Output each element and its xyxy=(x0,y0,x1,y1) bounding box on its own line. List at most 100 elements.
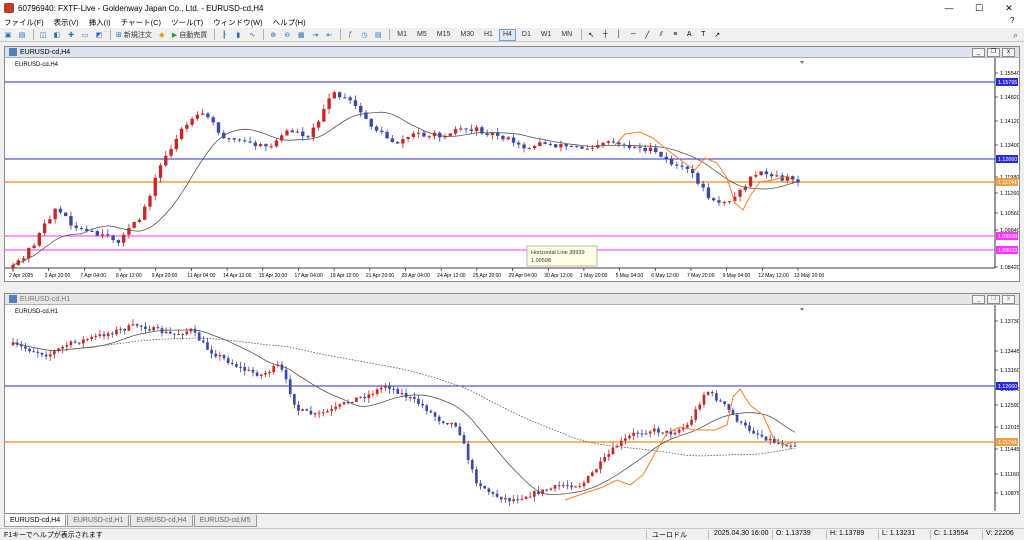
chart-minimize-button[interactable]: _ xyxy=(972,295,985,304)
terminal-icon[interactable]: ▭ xyxy=(79,29,91,41)
tab-eurusd-h4[interactable]: EURUSD-cd,H4 xyxy=(4,515,67,527)
candle-body xyxy=(785,445,789,447)
zoom-out-icon[interactable]: ⊖ xyxy=(281,29,293,41)
candlestick-chart-h4[interactable]: EURUSD-cd,H4 1.15540 1.14820 1.14120 1.13400… xyxy=(5,58,1019,281)
menu-tools[interactable]: ツール(T) xyxy=(167,17,209,28)
vertical-line-icon[interactable]: │ xyxy=(613,29,625,41)
zoom-in-icon[interactable]: ⊕ xyxy=(267,29,279,41)
tooltip-line-name: Horizontal Line 39939 xyxy=(531,250,585,256)
data-window-icon[interactable]: ◧ xyxy=(51,29,63,41)
channel-icon[interactable]: ⫽ xyxy=(655,29,667,41)
chart-minimize-button[interactable]: _ xyxy=(972,48,985,57)
text-icon[interactable]: A xyxy=(683,29,695,41)
timeframe-d1[interactable]: D1 xyxy=(518,29,535,41)
candle-body xyxy=(243,140,247,142)
candle-body xyxy=(74,225,78,229)
trendline-icon[interactable]: ╱ xyxy=(641,29,653,41)
tab-eurusd-h4-2[interactable]: EURUSD-cd,H4 xyxy=(130,515,193,527)
timeframe-w1[interactable]: W1 xyxy=(537,29,556,41)
candlestick-chart-h1[interactable]: EURUSD-cd,H11.137301.134451.131601.12875… xyxy=(5,305,1019,513)
help-icon[interactable]: ? xyxy=(1006,16,1020,28)
market-watch-icon[interactable]: ◫ xyxy=(37,29,49,41)
menu-window[interactable]: ウィンドウ(W) xyxy=(209,17,269,28)
tile-windows-icon[interactable]: ▦ xyxy=(295,29,307,41)
timeframe-m1[interactable]: M1 xyxy=(393,29,411,41)
horizontal-line-icon[interactable]: ─ xyxy=(627,29,639,41)
menu-insert[interactable]: 挿入(I) xyxy=(85,17,117,28)
bar-chart-icon[interactable]: ┠ xyxy=(218,29,230,41)
indicators-icon[interactable]: ƒ xyxy=(344,29,356,41)
tab-eurusd-h1[interactable]: EURUSD-cd,H1 xyxy=(67,515,130,527)
candle-body xyxy=(369,118,373,127)
candle-body xyxy=(11,265,15,268)
timeframe-m15[interactable]: M15 xyxy=(433,29,455,41)
search-icon[interactable]: ⌕ xyxy=(1013,30,1018,41)
chart-restore-button[interactable]: ❐ xyxy=(987,48,1000,57)
candle-body xyxy=(295,131,300,133)
timeframe-mn[interactable]: MN xyxy=(557,29,576,41)
candle-body xyxy=(727,201,732,203)
candle-body xyxy=(395,141,400,144)
candle-body xyxy=(701,183,705,188)
chart-close-button[interactable]: x xyxy=(1002,295,1015,304)
candle-body xyxy=(181,334,184,336)
timeframe-m5[interactable]: M5 xyxy=(413,29,431,41)
minimize-button[interactable]: — xyxy=(934,0,964,16)
meta-editor-icon[interactable]: ◆ xyxy=(156,29,168,41)
line-chart-icon[interactable]: ∿ xyxy=(246,29,258,41)
price-axis-label: 1.14820 xyxy=(1000,95,1019,101)
crosshair-icon[interactable]: ┼ xyxy=(599,29,611,41)
profiles-icon[interactable]: ▤ xyxy=(16,29,28,41)
arrows-icon[interactable]: ↗ xyxy=(711,29,723,41)
candle-body xyxy=(533,491,536,497)
candle-body xyxy=(793,445,797,447)
candle-body xyxy=(532,146,537,149)
candle-body xyxy=(359,106,363,113)
candle-body xyxy=(311,127,315,138)
new-order-button[interactable]: ⊞ 新規注文 xyxy=(114,29,154,41)
menu-file[interactable]: ファイル(F) xyxy=(0,17,50,28)
candle-body xyxy=(764,436,768,441)
auto-trading-button[interactable]: ▶ 自動売買 xyxy=(170,29,209,41)
timeframe-m30[interactable]: M30 xyxy=(456,29,478,41)
menu-view[interactable]: 表示(V) xyxy=(50,17,85,28)
chart-restore-button[interactable]: ❐ xyxy=(987,295,1000,304)
templates-icon[interactable]: ▤ xyxy=(372,29,384,41)
candle-body xyxy=(211,117,215,123)
new-chart-icon[interactable]: ▣ xyxy=(2,29,14,41)
candle-body xyxy=(764,171,769,175)
navigator-icon[interactable]: ✚ xyxy=(65,29,77,41)
chart-shift-icon[interactable]: ⇤ xyxy=(323,29,335,41)
candle-body xyxy=(401,138,405,144)
label-icon[interactable]: T xyxy=(697,29,709,41)
chart-close-button[interactable]: x xyxy=(1002,48,1015,57)
timeframe-h1[interactable]: H1 xyxy=(480,29,497,41)
timeframe-h4[interactable]: H4 xyxy=(498,28,516,41)
cursor-icon[interactable]: ↖ xyxy=(585,29,597,41)
candle-body xyxy=(659,152,663,157)
tab-eurusd-m5[interactable]: EURUSD-cd,M5 xyxy=(193,515,257,527)
close-button[interactable]: ✕ xyxy=(994,0,1024,16)
candle-body xyxy=(353,100,358,107)
candle-body xyxy=(706,392,710,395)
time-axis-label: 6 May 12:00 xyxy=(651,273,679,279)
fibonacci-icon[interactable]: ≡ xyxy=(669,29,681,41)
menu-bar: ファイル(F) 表示(V) 挿入(I) チャート(C) ツール(T) ウィンドウ… xyxy=(0,16,1024,28)
maximize-button[interactable]: ☐ xyxy=(964,0,994,16)
tester-icon[interactable]: ◩ xyxy=(93,29,105,41)
chart-window-h1[interactable]: EURUSD-cd,H1 _ ❐ x EURUSD-cd,H1 1.13730 1.… xyxy=(4,293,1020,514)
price-axis-label: 1.12590 xyxy=(1000,403,1019,409)
chart-window-h4[interactable]: EURUSD-cd,H4 _ ❐ x EURUSD-cd,H4 1.15540 1.… xyxy=(4,46,1020,282)
candle-body xyxy=(664,156,668,160)
periods-icon[interactable]: ◷ xyxy=(358,29,370,41)
menu-chart[interactable]: チャート(C) xyxy=(117,17,167,28)
auto-scroll-icon[interactable]: ⇥ xyxy=(309,29,321,41)
candle-body xyxy=(768,438,772,441)
candle-body xyxy=(255,372,259,376)
chart-window-title: EURUSD-cd,H4 xyxy=(20,48,71,56)
menu-help[interactable]: ヘルプ(H) xyxy=(269,17,312,28)
candle-body xyxy=(549,488,553,491)
chart-window-icon xyxy=(9,48,17,56)
candle-body xyxy=(148,329,151,331)
candlestick-icon[interactable]: ▮ xyxy=(232,29,244,41)
